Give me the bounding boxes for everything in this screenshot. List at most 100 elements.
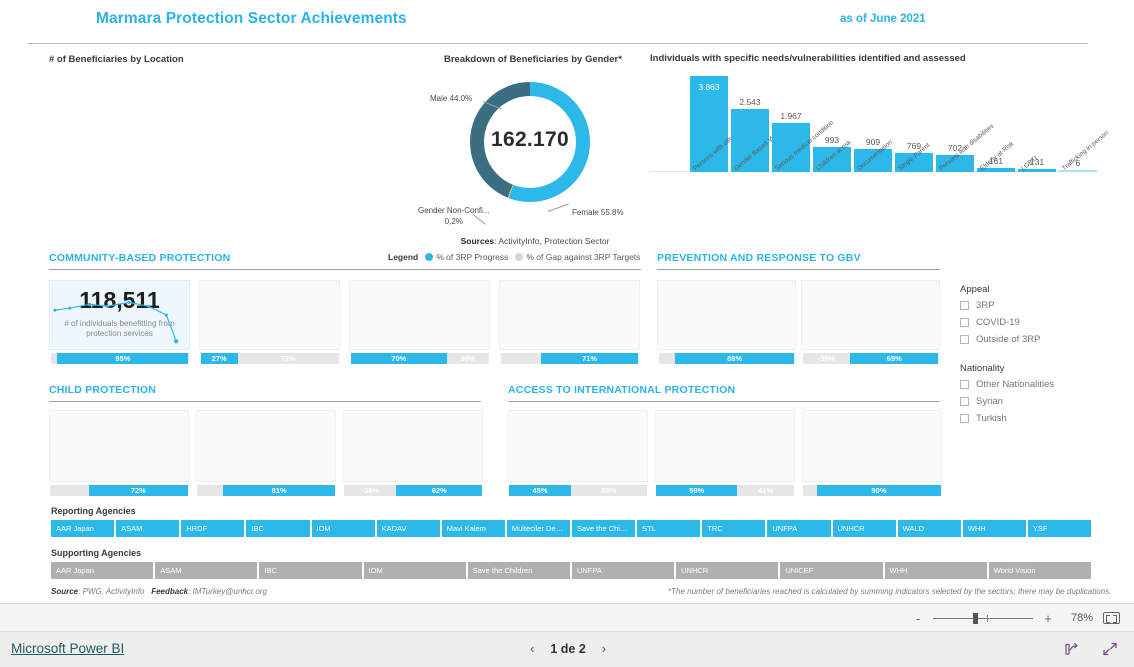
reporting-agency-chip[interactable]: ASAM	[116, 520, 180, 537]
zoom-level-label: 78%	[1070, 612, 1093, 624]
next-page-button[interactable]: ›	[602, 641, 606, 656]
zoom-in-button[interactable]: +	[1043, 611, 1053, 626]
kpi-card[interactable]	[349, 280, 490, 350]
zoom-slider-track[interactable]	[933, 612, 1033, 624]
reporting-agency-chip[interactable]: WALD	[897, 520, 961, 537]
reporting-agency-chip[interactable]: WHH	[962, 520, 1026, 537]
progress-bar-gap: 30%	[447, 353, 489, 364]
checkbox-icon[interactable]	[960, 318, 969, 327]
supporting-agencies-strip[interactable]: AAR Japan ASAM IBC IOM Save the Children UNFP…	[51, 562, 1091, 579]
kpi-card[interactable]	[508, 410, 648, 482]
progress-bar[interactable]: 59% 41%	[656, 485, 794, 496]
filter-panel[interactable]: Appeal 3RP COVID-19 Outside of 3RP Nationa…	[960, 284, 1130, 430]
legend-title: Legend	[388, 252, 419, 262]
share-icon[interactable]	[1064, 641, 1080, 657]
filter-nationality-syrian[interactable]: Syrian	[960, 396, 1130, 407]
chart-legend: Legend % of 3RP Progress % of Gap agains…	[388, 252, 640, 262]
progress-bar[interactable]: 72%	[50, 485, 188, 496]
checkbox-icon[interactable]	[960, 335, 969, 344]
progress-bar-progress: 88%	[674, 353, 795, 364]
supporting-agency-chip[interactable]: UNHCR	[676, 562, 779, 579]
kpi-card[interactable]	[802, 410, 942, 482]
reporting-agency-chip[interactable]: UNFPA	[767, 520, 831, 537]
supporting-agency-chip[interactable]: IOM	[363, 562, 466, 579]
feedback-value: : IMTurkey@unhcr.org	[188, 587, 267, 596]
reporting-agency-chip[interactable]: Mavi Kalem	[441, 520, 505, 537]
supporting-agency-chip[interactable]: Save the Children	[467, 562, 570, 579]
kpi-card[interactable]	[655, 410, 795, 482]
page-navigator[interactable]: ‹ 1 de 2 ›	[530, 641, 606, 656]
filter-group-appeal[interactable]: 3RP COVID-19 Outside of 3RP	[960, 300, 1130, 345]
supporting-agencies-label: Supporting Agencies	[51, 548, 142, 558]
status-bar: - + 78%	[0, 604, 1134, 632]
supporting-agency-chip[interactable]: IBC	[259, 562, 362, 579]
reporting-agency-chip[interactable]: KADAV	[376, 520, 440, 537]
kpi-card[interactable]	[657, 280, 796, 350]
progress-bar[interactable]: 81%	[197, 485, 335, 496]
reporting-agency-chip[interactable]: AAR Japan	[51, 520, 115, 537]
filter-header-nationality: Nationality	[960, 363, 1005, 374]
zoom-slider-thumb[interactable]	[973, 612, 978, 624]
kpi-card[interactable]	[49, 410, 189, 482]
progress-bar[interactable]: 90%	[803, 485, 941, 496]
zoom-control[interactable]: - + 78%	[913, 604, 1120, 632]
checkbox-icon[interactable]	[960, 301, 969, 310]
fit-to-page-icon[interactable]	[1103, 612, 1120, 624]
donut-label-nonconforming-line1: Gender Non-Confi...	[418, 206, 490, 215]
footnote: *The number of beneficiaries reached is …	[668, 587, 1112, 596]
kpi-card[interactable]	[343, 410, 483, 482]
filter-appeal-covid-19[interactable]: COVID-19	[960, 317, 1130, 328]
kpi-card[interactable]	[196, 410, 336, 482]
progress-bar[interactable]: -35% 65%	[802, 353, 939, 364]
progress-bar[interactable]: 27% 73%	[200, 353, 339, 364]
progress-bar[interactable]: -38% 62%	[344, 485, 482, 496]
zoom-slider-tick	[987, 614, 988, 622]
reporting-agency-chip[interactable]: TRC	[702, 520, 766, 537]
progress-bar[interactable]: 45% 55%	[509, 485, 647, 496]
kpi-card[interactable]	[801, 280, 940, 350]
progress-bar-empty	[50, 485, 89, 496]
supporting-agency-chip[interactable]: World Vision	[988, 562, 1091, 579]
checkbox-icon[interactable]	[960, 414, 969, 423]
progress-bar[interactable]: 71%	[500, 353, 639, 364]
filter-appeal-3rp[interactable]: 3RP	[960, 300, 1130, 311]
zoom-out-button[interactable]: -	[913, 611, 923, 626]
supporting-agency-chip[interactable]: WHH	[884, 562, 987, 579]
previous-page-button[interactable]: ‹	[530, 641, 534, 656]
supporting-agency-chip[interactable]: UNICEF	[780, 562, 883, 579]
progress-bar[interactable]: 88%	[658, 353, 795, 364]
power-bi-logo-link[interactable]: Microsoft Power BI	[11, 641, 124, 656]
reporting-agency-chip[interactable]: Multeciler De…	[506, 520, 570, 537]
kpi-card[interactable]	[199, 280, 340, 350]
filter-appeal-outside-of-3rp[interactable]: Outside of 3RP	[960, 334, 1130, 345]
filter-group-nationality[interactable]: Other Nationalities Syrian Turkish	[960, 379, 1130, 424]
progress-bar-progress: 65%	[850, 353, 939, 364]
supporting-agency-chip[interactable]: UNFPA	[571, 562, 675, 579]
reporting-agency-chip[interactable]: UNHCR	[832, 520, 896, 537]
filter-nationality-other-nationalities[interactable]: Other Nationalities	[960, 379, 1130, 390]
supporting-agency-chip[interactable]: ASAM	[155, 562, 258, 579]
filter-nationality-turkish[interactable]: Turkish	[960, 413, 1130, 424]
fullscreen-icon[interactable]	[1102, 641, 1118, 657]
donut-label-nonconforming: Gender Non-Confi... 0,2%	[418, 206, 490, 228]
feedback-label: Feedback	[151, 587, 189, 596]
kpi-card[interactable]: 118,511 # of individuals benefitting from…	[49, 280, 190, 350]
kpi-card[interactable]	[499, 280, 640, 350]
gender-donut-chart[interactable]: 162.170 Male 44.0% Female 55.8% Gender N…	[418, 68, 650, 253]
progress-bar[interactable]: 95%	[50, 353, 189, 364]
reporting-agency-chip[interactable]: YSF	[1027, 520, 1091, 537]
reporting-agency-chip[interactable]: HRDF	[181, 520, 245, 537]
progress-bar-progress: 45%	[509, 485, 572, 496]
reporting-agency-chip[interactable]: STL	[637, 520, 701, 537]
bar-value-label: 3.863	[698, 82, 720, 92]
reporting-agency-chip[interactable]: Save the Chi…	[572, 520, 636, 537]
reporting-agency-chip[interactable]: IBC	[246, 520, 310, 537]
checkbox-icon[interactable]	[960, 397, 969, 406]
checkbox-icon[interactable]	[960, 380, 969, 389]
reporting-agency-chip[interactable]: IOM	[311, 520, 375, 537]
progress-bar[interactable]: 70% 30%	[350, 353, 489, 364]
legend-label-progress: % of 3RP Progress	[436, 252, 509, 262]
reporting-agencies-strip[interactable]: AAR Japan ASAM HRDF IBC IOM KADAV Mavi Kalem Mu…	[51, 520, 1091, 537]
supporting-agency-chip[interactable]: AAR Japan	[51, 562, 154, 579]
specific-needs-bar-chart[interactable]: 3.863 Persons with other vul... 2.543 Gende…	[650, 68, 1110, 208]
